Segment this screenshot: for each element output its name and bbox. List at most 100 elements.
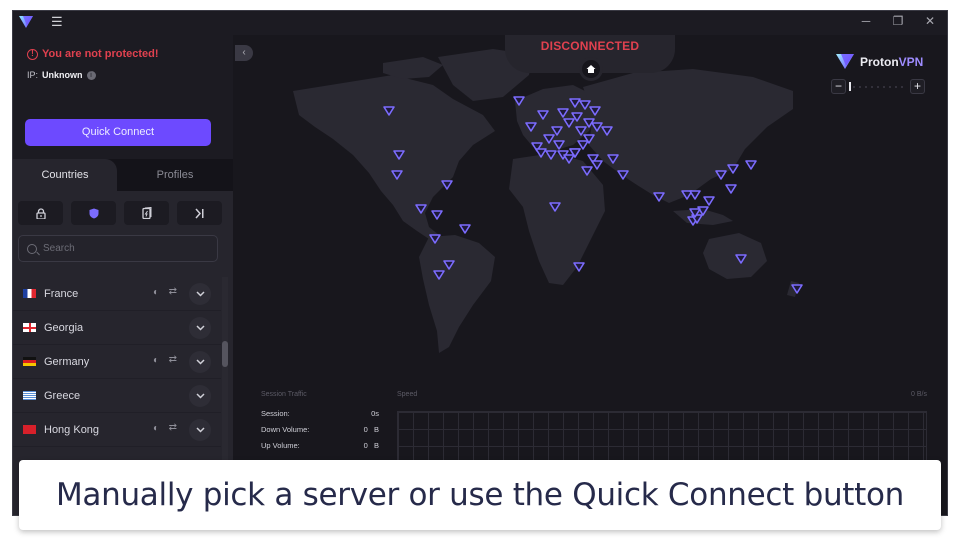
session-traffic-title: Session Traffic <box>261 391 307 398</box>
collapse-sidebar-button[interactable]: ‹ <box>235 45 253 61</box>
asia-landmass <box>583 69 793 203</box>
zoom-in-button[interactable]: + <box>910 79 925 94</box>
server-marker[interactable] <box>703 196 715 206</box>
home-button[interactable] <box>579 57 603 81</box>
info-icon[interactable]: i <box>86 70 96 80</box>
proton-vpn-logo-icon <box>836 54 854 69</box>
country-row[interactable]: Hong Kong ◐ ⇄ <box>13 413 221 447</box>
proton-logo-icon <box>19 16 33 28</box>
server-marker[interactable] <box>577 140 589 150</box>
alert-icon: ! <box>27 48 38 60</box>
stat-up-volume: Up Volume: 0 B <box>261 441 379 450</box>
secure-core-filter[interactable] <box>18 201 63 225</box>
tor-filter[interactable] <box>177 201 222 225</box>
africa-landmass <box>509 153 605 285</box>
search-icon <box>27 243 37 254</box>
sidebar-tabs: Countries Profiles <box>13 159 233 191</box>
hamburger-menu-icon[interactable]: ☰ <box>51 15 63 28</box>
protonvpn-window: ☰ ─ ❐ ✕ ! You are not protected! IP: Unk… <box>12 10 948 516</box>
south-america-landmass <box>419 235 495 353</box>
stat-value: 0 B <box>363 441 379 450</box>
tor-icon: ◐ <box>152 287 159 298</box>
protection-warning-text: You are not protected! <box>42 48 159 60</box>
north-america-landmass <box>293 75 495 239</box>
p2p-icon <box>141 207 151 219</box>
country-row[interactable]: Germany ◐ ⇄ <box>13 345 221 379</box>
australia-landmass <box>703 233 767 279</box>
chevron-down-icon <box>195 427 205 433</box>
chevron-down-icon <box>195 325 205 331</box>
ip-label: IP: <box>27 70 39 80</box>
flag-icon <box>23 357 36 366</box>
flag-icon <box>23 391 36 400</box>
restore-button[interactable]: ❐ <box>889 14 907 28</box>
flag-icon <box>23 425 36 434</box>
feature-filters <box>18 201 222 225</box>
stat-down-volume: Down Volume: 0 B <box>261 425 379 434</box>
ip-value: Unknown <box>42 70 83 80</box>
close-button[interactable]: ✕ <box>921 14 939 28</box>
title-bar: ☰ ─ ❐ ✕ <box>13 11 947 35</box>
server-marker[interactable] <box>725 184 737 194</box>
stat-session: Session: 0s <box>261 409 379 418</box>
caption-banner: Manually pick a server or use the Quick … <box>19 460 941 530</box>
flag-icon <box>23 289 36 298</box>
flag-icon <box>23 323 36 332</box>
chevron-down-icon <box>195 291 205 297</box>
p2p-filter[interactable] <box>124 201 169 225</box>
lock-icon <box>35 207 46 219</box>
canada-islands <box>383 57 443 79</box>
tor-icon: ◐ <box>152 355 159 366</box>
quick-connect-button[interactable]: Quick Connect <box>25 119 211 146</box>
server-marker[interactable] <box>689 190 701 200</box>
expand-chevron-button[interactable] <box>189 385 211 407</box>
brand-proton: Proton <box>860 54 899 69</box>
protection-warning: ! You are not protected! <box>27 48 159 60</box>
map-area: ‹ DISCONNECTED ProtonVPN − + Session Tra… <box>233 35 947 515</box>
server-marker[interactable] <box>591 160 603 170</box>
ip-status: IP: Unknown i <box>27 70 96 80</box>
speed-value: 0 B/s <box>911 391 927 398</box>
sidebar: ! You are not protected! IP: Unknown i Q… <box>13 35 233 515</box>
arrow-bar-icon <box>195 208 204 218</box>
netshield-filter[interactable] <box>71 201 116 225</box>
stat-label: Session: <box>261 409 290 418</box>
stat-value: 0s <box>371 409 379 418</box>
caption-text: Manually pick a server or use the Quick … <box>55 477 905 513</box>
tab-countries[interactable]: Countries <box>13 159 117 191</box>
tor-icon: ◐ <box>152 423 159 434</box>
country-row[interactable]: France ◐ ⇄ <box>13 277 221 311</box>
stat-value: 0 B <box>363 425 379 434</box>
chevron-down-icon <box>195 359 205 365</box>
country-row[interactable]: Georgia <box>13 311 221 345</box>
server-marker[interactable] <box>745 160 757 170</box>
shield-icon <box>89 208 98 218</box>
expand-chevron-button[interactable] <box>189 351 211 373</box>
chevron-down-icon <box>195 393 205 399</box>
p2p-arrows-icon: ⇄ <box>168 286 177 297</box>
zoom-slider-track[interactable] <box>851 86 907 88</box>
stat-label: Up Volume: <box>261 441 300 450</box>
map-zoom-control: − + <box>831 79 927 95</box>
server-marker[interactable] <box>431 210 443 220</box>
brand: ProtonVPN <box>835 53 923 70</box>
server-marker[interactable] <box>459 224 471 234</box>
brand-name: ProtonVPN <box>860 55 923 69</box>
search-input[interactable] <box>43 243 203 254</box>
speed-label: Speed <box>397 391 418 398</box>
p2p-arrows-icon: ⇄ <box>168 422 177 433</box>
scrollbar-thumb[interactable] <box>222 341 228 367</box>
expand-chevron-button[interactable] <box>189 419 211 441</box>
country-row[interactable]: Greece <box>13 379 221 413</box>
zoom-out-button[interactable]: − <box>831 79 846 94</box>
stat-label: Down Volume: <box>261 425 310 434</box>
tab-profiles[interactable]: Profiles <box>117 159 233 191</box>
brand-vpn: VPN <box>898 54 924 69</box>
p2p-arrows-icon: ⇄ <box>168 354 177 365</box>
expand-chevron-button[interactable] <box>189 317 211 339</box>
minimize-button[interactable]: ─ <box>857 14 875 28</box>
search-field[interactable] <box>18 235 218 262</box>
home-icon <box>586 65 596 73</box>
connection-status: DISCONNECTED <box>540 39 640 53</box>
expand-chevron-button[interactable] <box>189 283 211 305</box>
